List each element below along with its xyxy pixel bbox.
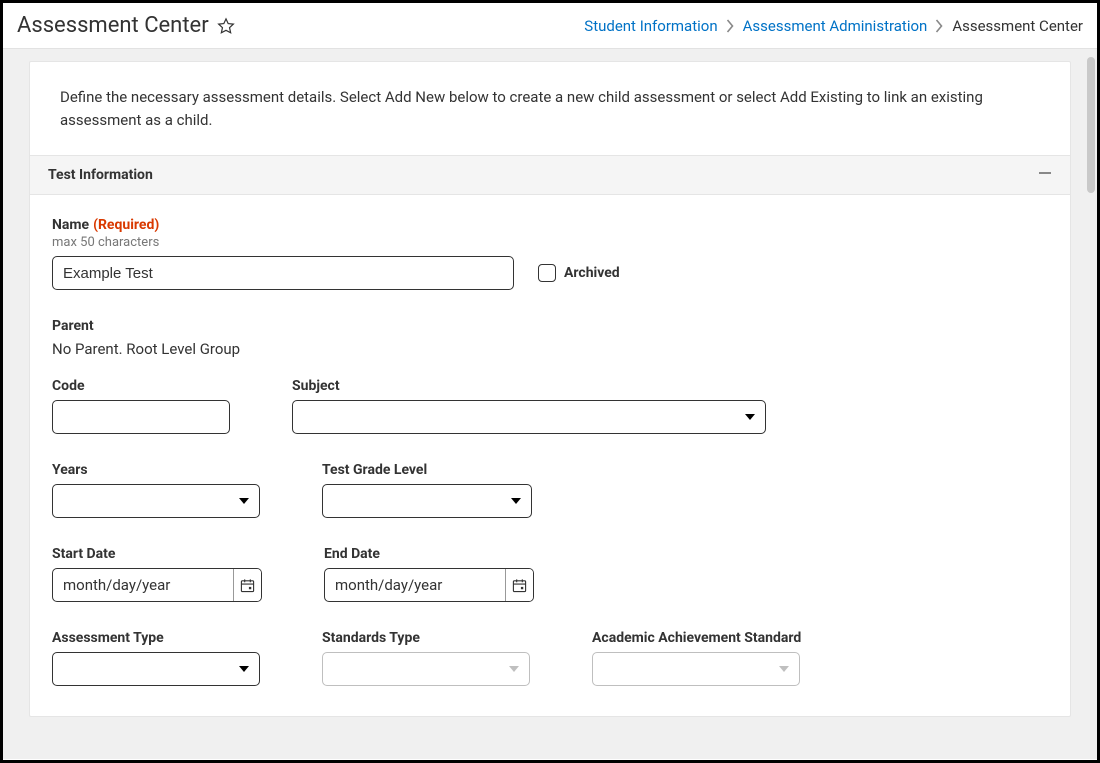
grade-level-select[interactable] bbox=[322, 484, 532, 518]
breadcrumb-assessment-admin[interactable]: Assessment Administration bbox=[743, 17, 928, 35]
topbar: Assessment Center Student Information As… bbox=[3, 3, 1097, 49]
field-end-date: End Date month/day/year bbox=[324, 546, 534, 602]
section-body: Name (Required) max 50 characters Archiv… bbox=[30, 195, 1070, 716]
section-header: Test Information bbox=[30, 155, 1070, 195]
standards-type-select[interactable] bbox=[322, 652, 530, 686]
code-label: Code bbox=[52, 378, 230, 394]
assessment-type-label: Assessment Type bbox=[52, 630, 260, 646]
field-archived: Archived bbox=[538, 256, 620, 290]
field-years: Years bbox=[52, 462, 260, 518]
caret-down-icon bbox=[239, 666, 249, 672]
standards-type-label: Standards Type bbox=[322, 630, 530, 646]
breadcrumb: Student Information Assessment Administr… bbox=[584, 17, 1083, 35]
field-code: Code bbox=[52, 378, 230, 434]
start-date-placeholder: month/day/year bbox=[53, 569, 233, 601]
row-types: Assessment Type Standards Type bbox=[52, 630, 1048, 686]
years-select[interactable] bbox=[52, 484, 260, 518]
start-date-input[interactable]: month/day/year bbox=[52, 568, 262, 602]
end-date-placeholder: month/day/year bbox=[325, 569, 505, 601]
achievement-standard-label: Academic Achievement Standard bbox=[592, 630, 801, 646]
achievement-standard-select[interactable] bbox=[592, 652, 800, 686]
scrollbar-thumb[interactable] bbox=[1087, 57, 1095, 193]
end-date-label: End Date bbox=[324, 546, 534, 562]
row-parent: Parent No Parent. Root Level Group bbox=[52, 318, 1048, 358]
name-hint: max 50 characters bbox=[52, 235, 514, 250]
end-date-input[interactable]: month/day/year bbox=[324, 568, 534, 602]
years-label: Years bbox=[52, 462, 260, 478]
grade-level-label: Test Grade Level bbox=[322, 462, 532, 478]
field-subject: Subject bbox=[292, 378, 766, 434]
section-title: Test Information bbox=[48, 167, 153, 183]
subject-label: Subject bbox=[292, 378, 766, 394]
caret-down-icon bbox=[779, 666, 789, 672]
intro-text: Define the necessary assessment details.… bbox=[30, 62, 1070, 155]
archived-checkbox[interactable] bbox=[538, 264, 556, 282]
name-label-row: Name (Required) bbox=[52, 217, 514, 233]
chevron-right-icon bbox=[935, 19, 944, 33]
assessment-type-select[interactable] bbox=[52, 652, 260, 686]
parent-value: No Parent. Root Level Group bbox=[52, 340, 240, 358]
field-achievement-standard: Academic Achievement Standard bbox=[592, 630, 801, 686]
field-start-date: Start Date month/day/year bbox=[52, 546, 262, 602]
calendar-icon[interactable] bbox=[505, 569, 533, 601]
row-dates: Start Date month/day/year End D bbox=[52, 546, 1048, 602]
caret-down-icon bbox=[511, 498, 521, 504]
field-standards-type: Standards Type bbox=[322, 630, 530, 686]
row-name: Name (Required) max 50 characters Archiv… bbox=[52, 217, 1048, 290]
assessment-card: Define the necessary assessment details.… bbox=[29, 61, 1071, 717]
caret-down-icon bbox=[745, 414, 755, 420]
breadcrumb-current: Assessment Center bbox=[952, 17, 1083, 35]
caret-down-icon bbox=[509, 666, 519, 672]
start-date-label: Start Date bbox=[52, 546, 262, 562]
chevron-right-icon bbox=[726, 19, 735, 33]
row-code-subject: Code Subject bbox=[52, 378, 1048, 434]
required-indicator: (Required) bbox=[93, 217, 159, 233]
star-icon[interactable] bbox=[217, 17, 235, 35]
field-assessment-type: Assessment Type bbox=[52, 630, 260, 686]
field-grade-level: Test Grade Level bbox=[322, 462, 532, 518]
subject-select[interactable] bbox=[292, 400, 766, 434]
page-title: Assessment Center bbox=[17, 13, 209, 38]
calendar-icon[interactable] bbox=[233, 569, 261, 601]
breadcrumb-student-info[interactable]: Student Information bbox=[584, 17, 717, 35]
content-area: Define the necessary assessment details.… bbox=[3, 49, 1097, 759]
archived-label: Archived bbox=[564, 265, 620, 281]
row-years-grade: Years Test Grade Level bbox=[52, 462, 1048, 518]
minus-icon[interactable] bbox=[1038, 166, 1052, 184]
field-name: Name (Required) max 50 characters bbox=[52, 217, 514, 290]
name-label: Name bbox=[52, 217, 89, 233]
caret-down-icon bbox=[239, 498, 249, 504]
topbar-left: Assessment Center bbox=[17, 13, 235, 38]
code-input[interactable] bbox=[52, 400, 230, 434]
name-input[interactable] bbox=[52, 256, 514, 290]
parent-label: Parent bbox=[52, 318, 94, 334]
